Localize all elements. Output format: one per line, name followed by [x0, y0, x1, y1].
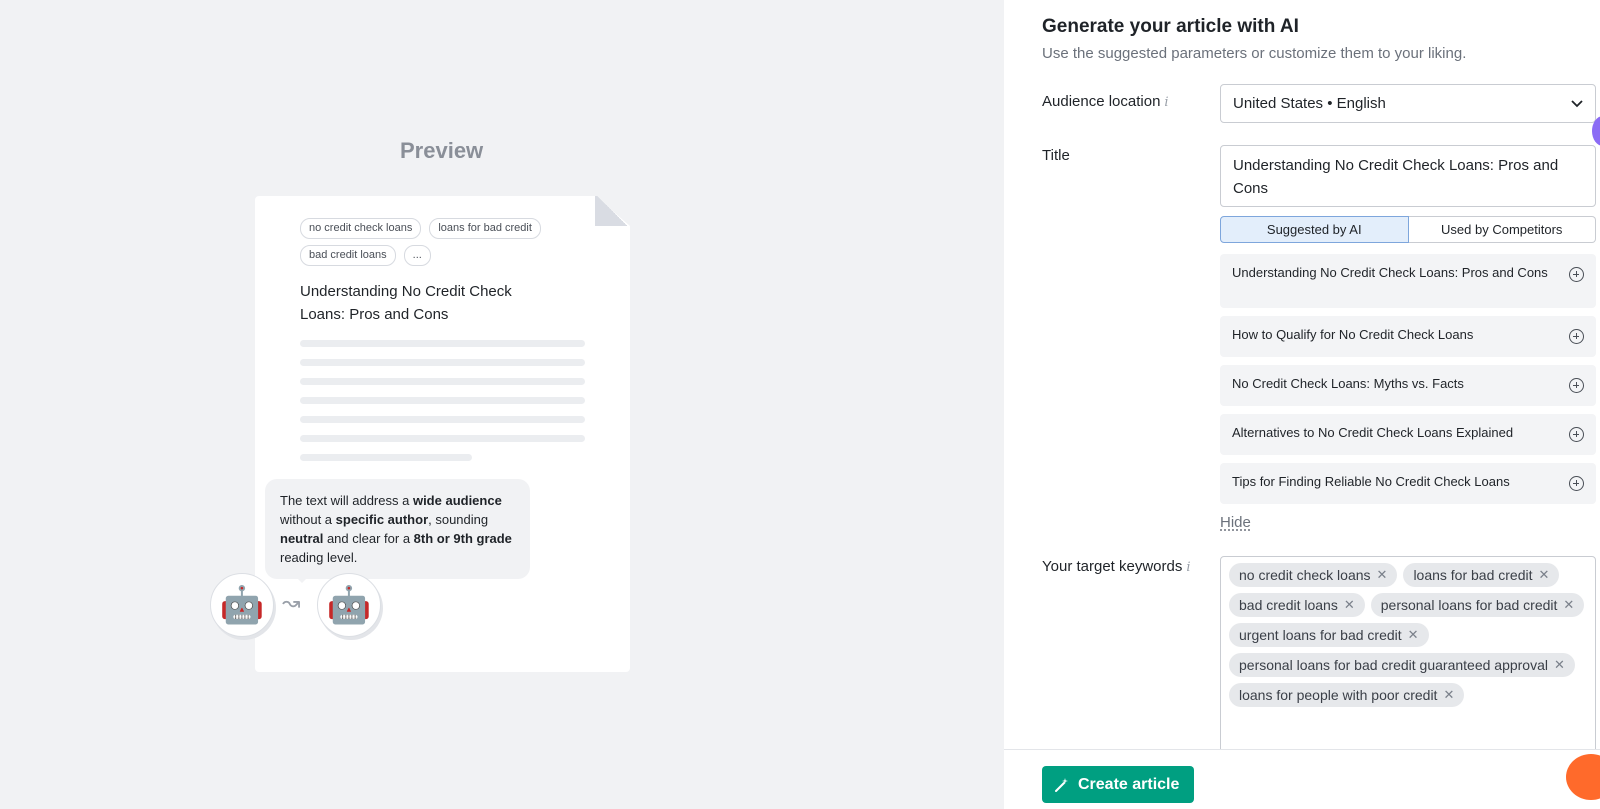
text-placeholder-line	[300, 397, 585, 404]
title-label: Title	[1042, 147, 1070, 164]
magic-wand-icon	[1055, 777, 1068, 792]
hide-suggestions-link[interactable]: Hide	[1220, 514, 1251, 531]
keyword-tag: personal loans for bad credit guaranteed…	[1229, 653, 1575, 677]
text-placeholder-line	[300, 340, 585, 347]
info-icon[interactable]: i	[1164, 95, 1168, 110]
title-suggestion[interactable]: How to Qualify for No Credit Check Loans	[1220, 316, 1596, 357]
preview-chip: no credit check loans	[300, 218, 422, 239]
keyword-tag: loans for bad credit ✕	[1403, 563, 1560, 587]
panel-footer: Create article	[1004, 749, 1600, 809]
remove-icon[interactable]: ✕	[1377, 567, 1388, 583]
add-circle-icon[interactable]	[1569, 267, 1584, 282]
panel-title: Generate your article with AI	[1042, 16, 1299, 37]
keyword-tag: bad credit loans ✕	[1229, 593, 1365, 617]
chevron-down-icon	[1571, 99, 1583, 107]
robot-icon: 🤖	[326, 584, 372, 625]
document-fold	[595, 196, 630, 226]
title-suggestion[interactable]: Alternatives to No Credit Check Loans Ex…	[1220, 414, 1596, 455]
text-placeholder-line	[300, 359, 585, 366]
title-suggestion[interactable]: Tips for Finding Reliable No Credit Chec…	[1220, 463, 1596, 504]
preview-pane: Preview no credit check loans loans for …	[0, 0, 1004, 809]
create-article-button[interactable]: Create article	[1042, 766, 1195, 803]
panel-subtitle: Use the suggested parameters or customiz…	[1042, 45, 1467, 62]
audience-location-select[interactable]: United States • English	[1220, 84, 1596, 123]
bubble-tail	[293, 574, 311, 583]
generation-panel: Generate your article with AI Use the su…	[1004, 0, 1600, 809]
text-placeholder-line	[300, 378, 585, 385]
add-circle-icon[interactable]	[1569, 427, 1584, 442]
keyword-tag: personal loans for bad credit ✕	[1370, 593, 1585, 617]
preview-keyword-chips: no credit check loans loans for bad cred…	[300, 218, 600, 266]
preview-chip: loans for bad credit	[429, 218, 541, 239]
title-suggestion[interactable]: No Credit Check Loans: Myths vs. Facts	[1220, 365, 1596, 406]
remove-icon[interactable]: ✕	[1408, 627, 1419, 643]
tab-used-by-competitors[interactable]: Used by Competitors	[1408, 216, 1596, 243]
preview-chip-more: ...	[403, 245, 431, 266]
tone-speech-bubble: The text will address a wide audience wi…	[265, 479, 530, 579]
keyword-tag: loans for people with poor credit ✕	[1229, 683, 1465, 707]
keyword-tag: urgent loans for bad credit ✕	[1229, 623, 1429, 647]
remove-icon[interactable]: ✕	[1344, 597, 1355, 613]
remove-icon[interactable]: ✕	[1563, 597, 1574, 613]
remove-icon[interactable]: ✕	[1539, 567, 1550, 583]
preview-chip: bad credit loans	[300, 245, 396, 266]
text-placeholder-line	[300, 454, 472, 461]
arrow-right-icon: ↝	[282, 590, 301, 615]
robot-avatar: 🤖	[317, 573, 381, 637]
add-circle-icon[interactable]	[1569, 476, 1584, 491]
add-circle-icon[interactable]	[1569, 329, 1584, 344]
keyword-tag: no credit check loans ✕	[1229, 563, 1398, 587]
preview-heading: Understanding No Credit Check Loans: Pro…	[300, 283, 512, 323]
title-suggestion[interactable]: Understanding No Credit Check Loans: Pro…	[1220, 254, 1596, 308]
text-placeholder-line	[300, 416, 585, 423]
add-circle-icon[interactable]	[1569, 378, 1584, 393]
robot-avatar: 🤖	[210, 573, 274, 637]
remove-icon[interactable]: ✕	[1554, 657, 1565, 673]
keywords-input[interactable]: no credit check loans ✕ loans for bad cre…	[1220, 556, 1596, 756]
target-keywords-label: Your target keywords i	[1042, 558, 1191, 575]
remove-icon[interactable]: ✕	[1443, 687, 1454, 703]
info-icon[interactable]: i	[1186, 560, 1190, 575]
audience-location-label: Audience location i	[1042, 93, 1169, 110]
tab-suggested-by-ai[interactable]: Suggested by AI	[1220, 216, 1409, 243]
text-placeholder-line	[300, 435, 585, 442]
title-source-tabs: Suggested by AI Used by Competitors	[1220, 216, 1596, 243]
preview-document	[255, 196, 630, 672]
robot-icon: 🤖	[219, 584, 265, 625]
title-input[interactable]: Understanding No Credit Check Loans: Pro…	[1220, 145, 1596, 207]
preview-title: Preview	[400, 138, 484, 163]
